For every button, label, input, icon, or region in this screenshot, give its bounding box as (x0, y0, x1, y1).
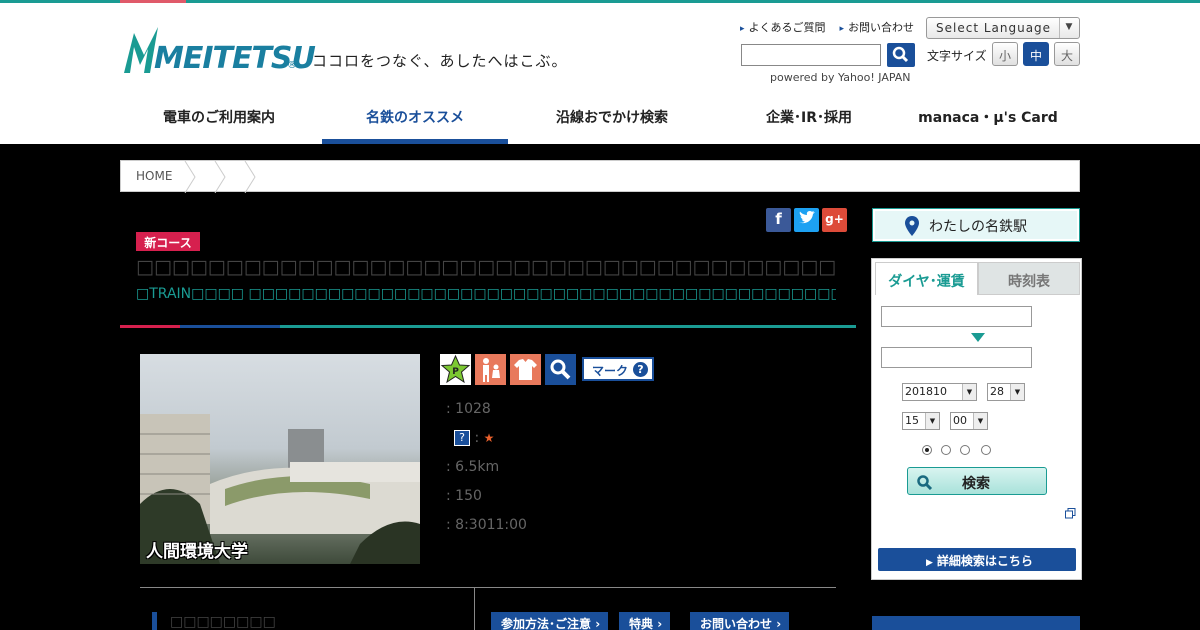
tab-contact[interactable]: お問い合わせ › (690, 612, 790, 630)
timetable-search-button[interactable]: 検索 (907, 467, 1047, 495)
map-pin-icon (905, 216, 919, 236)
tab-benefits-label: 特典 (629, 617, 654, 630)
minute-select[interactable]: 00 ▼ (950, 412, 988, 430)
info-rating-row: ? : ★ (454, 430, 494, 446)
my-station-button[interactable]: わたしの名鉄駅 (872, 208, 1080, 242)
google-plus-share-icon[interactable]: g+ (822, 208, 847, 232)
tab-participation[interactable]: 参加方法･ご注意 › (491, 612, 609, 630)
site-header: MEITETSU ® ココロをつなぐ、あしたへはこぶ。 よくあるご質問 お問い合わ… (0, 3, 1200, 144)
tagline: ココロをつなぐ、あしたへはこぶ。 (312, 52, 568, 70)
title-divider (120, 325, 856, 328)
section-title: □□□□□□□□ (170, 614, 276, 630)
course-subtitle: □TRAIN□□□□ □□□□□□□□□□□□□□□□□□□□□□□□□□□□□… (136, 286, 836, 302)
help-icon[interactable]: ? (454, 430, 470, 446)
tab-timetable[interactable]: 時刻表 (978, 262, 1080, 295)
section-marker (152, 612, 157, 630)
search-icon (917, 475, 933, 490)
language-select[interactable]: Select Language ▼ (926, 17, 1080, 39)
twitter-share-icon[interactable] (794, 208, 819, 232)
font-size-label: 文字サイズ (927, 49, 987, 63)
year-month-value: 201810 (905, 385, 947, 398)
university-building-image (140, 414, 420, 564)
global-nav: 電車のご利用案内 名鉄のオススメ 沿線おでかけ検索 企業･IR･採用 manac… (120, 93, 1080, 144)
parking-star-icon[interactable]: P (440, 354, 471, 385)
language-select-label: Select Language (936, 21, 1052, 35)
column-divider (474, 588, 475, 630)
font-size-large-button[interactable]: 大 (1054, 42, 1080, 66)
site-search-input[interactable] (741, 44, 881, 66)
detail-search-button[interactable]: ▶ 詳細検索はこちら (878, 548, 1076, 571)
breadcrumb-separator-icon (184, 161, 196, 193)
mark-help-button[interactable]: マーク ? (582, 357, 654, 381)
detail-search-label: 詳細検索はこちら (936, 554, 1033, 568)
info-time: : 8:3011:00 (446, 517, 527, 533)
breadcrumb-separator-icon (244, 161, 256, 193)
search-icon (892, 46, 909, 63)
radio-last[interactable] (981, 445, 991, 455)
utility-links: よくあるご質問 お問い合わせ (740, 19, 928, 35)
chevron-down-icon: ▼ (925, 413, 939, 429)
arrow-down-icon (971, 333, 985, 342)
new-course-badge: 新コース (136, 232, 200, 251)
nav-recommend[interactable]: 名鉄のオススメ (322, 93, 508, 144)
tshirt-icon[interactable] (510, 354, 541, 385)
site-search-button[interactable] (887, 43, 915, 67)
radio-first[interactable] (960, 445, 970, 455)
meitetsu-logo[interactable]: MEITETSU ® (124, 27, 316, 77)
hour-value: 15 (905, 414, 919, 427)
tab-benefits[interactable]: 特典 › (619, 612, 671, 630)
help-icon: ? (633, 362, 648, 377)
info-distance: : 6.5km (446, 459, 500, 475)
nav-manaca[interactable]: manaca・μ's Card (906, 93, 1070, 144)
rating-separator: : (474, 430, 480, 446)
tab-participation-label: 参加方法･ご注意 (501, 617, 592, 630)
logo-registered-mark: ® (287, 60, 297, 71)
photo-caption: 人間環境大学 (146, 542, 248, 562)
font-size-medium-button[interactable]: 中 (1023, 42, 1049, 66)
course-photo: 人間環境大学 (140, 354, 420, 564)
font-size-small-button[interactable]: 小 (992, 42, 1018, 66)
radio-arrival[interactable] (941, 445, 951, 455)
tab-contact-label: お問い合わせ (700, 617, 773, 630)
chevron-right-icon: ▶ (926, 558, 933, 568)
chevron-down-icon: ▼ (1059, 18, 1079, 38)
radio-departure[interactable] (922, 445, 932, 455)
family-icon[interactable] (475, 354, 506, 385)
section-divider (140, 587, 836, 588)
chevron-down-icon: ▼ (962, 384, 976, 400)
breadcrumb: HOME (120, 160, 1080, 193)
mark-button-label: マーク (592, 364, 629, 378)
search-icon[interactable] (545, 354, 576, 385)
faq-link[interactable]: よくあるご質問 (740, 21, 826, 34)
sidebar-next-panel (872, 616, 1080, 630)
svg-text:P: P (452, 367, 459, 377)
my-station-label: わたしの名鉄駅 (929, 219, 1027, 235)
facebook-share-icon[interactable]: f (766, 208, 791, 232)
external-window-icon[interactable] (1065, 508, 1076, 519)
day-select[interactable]: 28 ▼ (987, 383, 1025, 401)
contact-link[interactable]: お問い合わせ (840, 21, 915, 34)
info-count: : 150 (446, 488, 482, 504)
departure-station-input[interactable] (881, 306, 1032, 327)
nav-outing-search[interactable]: 沿線おでかけ検索 (512, 93, 712, 144)
minute-value: 00 (953, 414, 967, 427)
breadcrumb-home[interactable]: HOME (136, 169, 172, 183)
chevron-down-icon: ▼ (973, 413, 987, 429)
nav-train-guide[interactable]: 電車のご利用案内 (120, 93, 318, 144)
nav-corporate[interactable]: 企業･IR･採用 (716, 93, 902, 144)
hour-select[interactable]: 15 ▼ (902, 412, 940, 430)
breadcrumb-separator-icon (214, 161, 226, 193)
tab-fare-search[interactable]: ダイヤ･運賃 (875, 262, 978, 295)
info-number: : 1028 (446, 401, 491, 417)
course-title: □□□□□□□□□□□□□□□□□□□□□□□□□□□□□□□□□□□□□□□□… (136, 256, 836, 278)
powered-by-text: powered by Yahoo! JAPAN (770, 71, 911, 84)
year-month-select[interactable]: 201810 ▼ (902, 383, 977, 401)
chevron-down-icon: ▼ (1010, 384, 1024, 400)
search-button-label: 検索 (962, 476, 990, 492)
day-value: 28 (990, 385, 1004, 398)
arrival-station-input[interactable] (881, 347, 1032, 368)
rating-star: ★ (483, 431, 495, 445)
